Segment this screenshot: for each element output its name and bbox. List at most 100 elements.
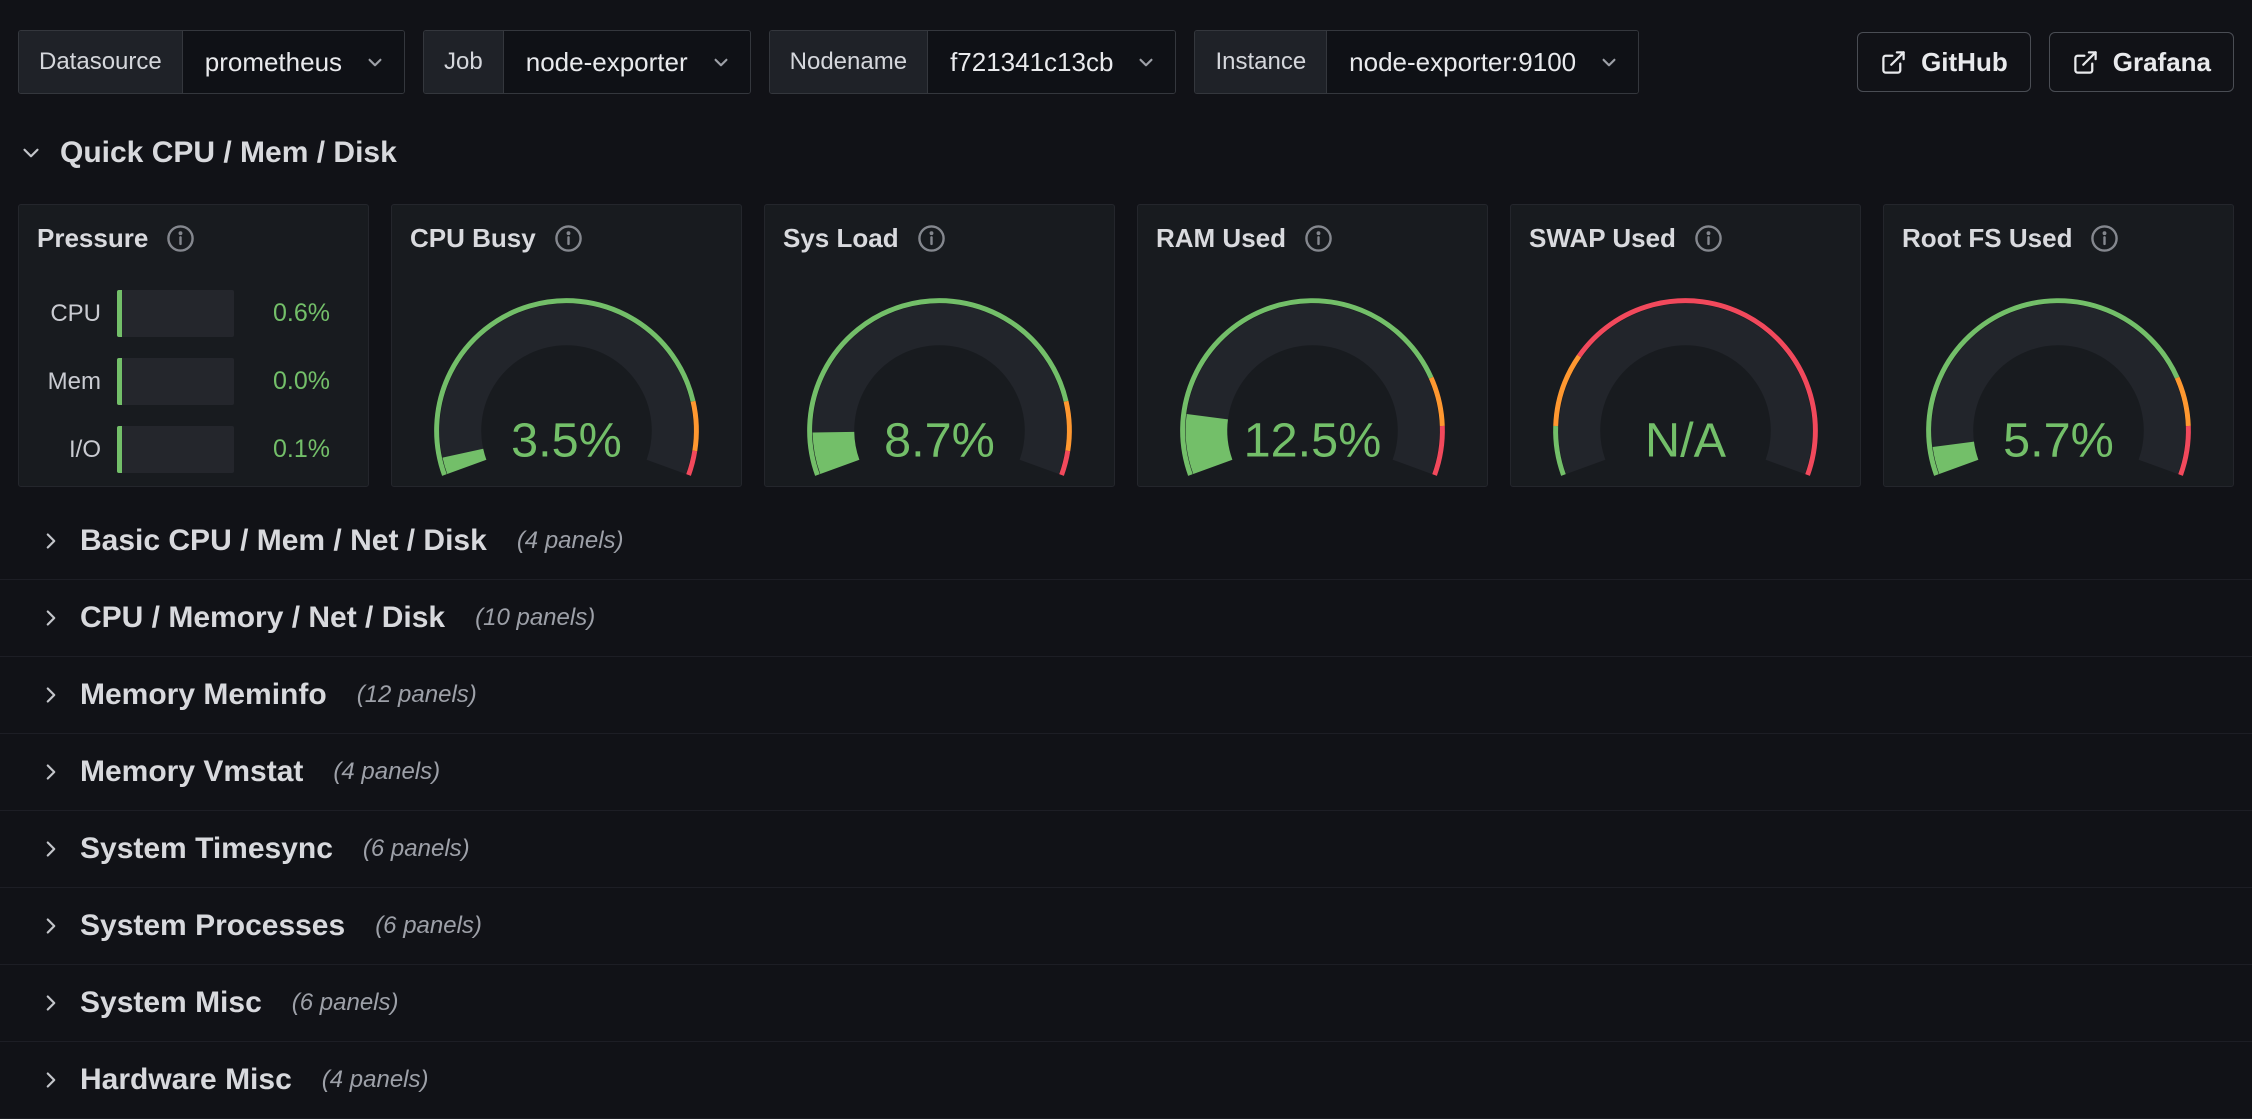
button-label: GitHub bbox=[1921, 47, 2008, 78]
panel-header: RAM Used bbox=[1138, 205, 1487, 263]
bar-value: 0.0% bbox=[250, 367, 330, 396]
row-panel-count: (4 panels) bbox=[322, 1066, 429, 1094]
gauge-chart: 3.5% bbox=[392, 263, 741, 487]
info-icon[interactable] bbox=[1304, 224, 1333, 253]
datasource-select[interactable]: prometheus bbox=[183, 31, 404, 93]
bar-track bbox=[117, 358, 234, 405]
variable-value: f721341c13cb bbox=[950, 47, 1113, 78]
row-quick-cpu-mem-disk[interactable]: Quick CPU / Mem / Disk bbox=[18, 132, 2252, 174]
gauge-chart: N/A bbox=[1511, 263, 1860, 487]
chevron-right-icon bbox=[38, 759, 64, 785]
row-cpu-memory-net-disk[interactable]: CPU / Memory / Net / Disk (10 panels) bbox=[0, 580, 2252, 657]
row-title: Basic CPU / Mem / Net / Disk bbox=[80, 524, 487, 558]
panel-row: Pressure CPU 0.6% Mem 0.0% I/O bbox=[18, 204, 2234, 487]
row-memory-vmstat[interactable]: Memory Vmstat (4 panels) bbox=[0, 734, 2252, 811]
chevron-down-icon bbox=[362, 49, 388, 75]
row-panel-count: (6 panels) bbox=[292, 989, 399, 1017]
grafana-dashboard: Datasource prometheus Job node-exporter … bbox=[0, 0, 2252, 1096]
variable-nodename: Nodename f721341c13cb bbox=[769, 30, 1177, 94]
gauge-value: 5.7% bbox=[2003, 413, 2114, 467]
dashboard-controls-bar: Datasource prometheus Job node-exporter … bbox=[0, 0, 2252, 94]
bar-gauge-row: CPU 0.6% bbox=[19, 290, 368, 337]
collapsed-rows: Basic CPU / Mem / Net / Disk (4 panels) … bbox=[0, 503, 2252, 1119]
chevron-right-icon bbox=[38, 913, 64, 939]
instance-select[interactable]: node-exporter:9100 bbox=[1327, 31, 1638, 93]
bar-label: Mem bbox=[35, 368, 101, 396]
panel-title[interactable]: Root FS Used bbox=[1902, 223, 2072, 254]
gauge-value: 3.5% bbox=[511, 413, 622, 467]
panel-title[interactable]: Pressure bbox=[37, 223, 148, 254]
chevron-right-icon bbox=[38, 836, 64, 862]
variable-label: Instance bbox=[1195, 31, 1327, 93]
chevron-down-icon bbox=[1133, 49, 1159, 75]
variable-value: node-exporter bbox=[526, 47, 688, 78]
chevron-down-icon bbox=[18, 140, 44, 166]
panel-header: Sys Load bbox=[765, 205, 1114, 263]
variable-value: prometheus bbox=[205, 47, 342, 78]
panel-header: CPU Busy bbox=[392, 205, 741, 263]
variable-datasource: Datasource prometheus bbox=[18, 30, 405, 94]
gauge-chart: 12.5% bbox=[1138, 263, 1487, 487]
gauge-value: N/A bbox=[1645, 413, 1727, 467]
gauge-panel-ram-used: RAM Used 12.5% bbox=[1137, 204, 1488, 487]
row-title: System Processes bbox=[80, 909, 345, 943]
row-basic-cpu-mem-net-disk[interactable]: Basic CPU / Mem / Net / Disk (4 panels) bbox=[0, 503, 2252, 580]
row-system-timesync[interactable]: System Timesync (6 panels) bbox=[0, 811, 2252, 888]
row-title: Hardware Misc bbox=[80, 1063, 292, 1097]
row-title: System Misc bbox=[80, 986, 262, 1020]
job-select[interactable]: node-exporter bbox=[504, 31, 750, 93]
panel-title[interactable]: SWAP Used bbox=[1529, 223, 1676, 254]
chevron-right-icon bbox=[38, 528, 64, 554]
row-hardware-misc[interactable]: Hardware Misc (4 panels) bbox=[0, 1042, 2252, 1119]
row-panel-count: (12 panels) bbox=[357, 681, 477, 709]
bar-fill bbox=[117, 358, 122, 405]
gauge-chart: 8.7% bbox=[765, 263, 1114, 487]
panel-title[interactable]: RAM Used bbox=[1156, 223, 1286, 254]
grafana-link-button[interactable]: Grafana bbox=[2049, 32, 2234, 92]
bar-gauge-row: Mem 0.0% bbox=[19, 358, 368, 405]
info-icon[interactable] bbox=[2090, 224, 2119, 253]
chevron-right-icon bbox=[38, 990, 64, 1016]
info-icon[interactable] bbox=[166, 224, 195, 253]
variable-label: Datasource bbox=[19, 31, 183, 93]
bar-label: I/O bbox=[35, 436, 101, 464]
bar-track bbox=[117, 426, 234, 473]
row-memory-meminfo[interactable]: Memory Meminfo (12 panels) bbox=[0, 657, 2252, 734]
row-system-processes[interactable]: System Processes (6 panels) bbox=[0, 888, 2252, 965]
row-title: Quick CPU / Mem / Disk bbox=[60, 136, 397, 170]
nodename-select[interactable]: f721341c13cb bbox=[928, 31, 1175, 93]
gauge-panel-cpu-busy: CPU Busy 3.5% bbox=[391, 204, 742, 487]
button-label: Grafana bbox=[2113, 47, 2211, 78]
external-link-icon bbox=[1880, 49, 1907, 76]
info-icon[interactable] bbox=[1694, 224, 1723, 253]
gauge-value: 8.7% bbox=[884, 413, 995, 467]
bar-value: 0.1% bbox=[250, 435, 330, 464]
panel-title[interactable]: CPU Busy bbox=[410, 223, 536, 254]
info-icon[interactable] bbox=[554, 224, 583, 253]
chevron-right-icon bbox=[38, 1067, 64, 1093]
bar-gauge-row: I/O 0.1% bbox=[19, 426, 368, 473]
panel-title[interactable]: Sys Load bbox=[783, 223, 899, 254]
row-system-misc[interactable]: System Misc (6 panels) bbox=[0, 965, 2252, 1042]
variable-label: Job bbox=[424, 31, 504, 93]
bar-fill bbox=[117, 426, 122, 473]
external-link-icon bbox=[2072, 49, 2099, 76]
gauge-chart: 5.7% bbox=[1884, 263, 2233, 487]
chevron-right-icon bbox=[38, 605, 64, 631]
variable-job: Job node-exporter bbox=[423, 30, 751, 94]
panel-header: Root FS Used bbox=[1884, 205, 2233, 263]
info-icon[interactable] bbox=[917, 224, 946, 253]
row-title: Memory Vmstat bbox=[80, 755, 303, 789]
pressure-panel: Pressure CPU 0.6% Mem 0.0% I/O bbox=[18, 204, 369, 487]
row-title: System Timesync bbox=[80, 832, 333, 866]
row-panel-count: (6 panels) bbox=[375, 912, 482, 940]
bar-gauge-list: CPU 0.6% Mem 0.0% I/O 0.1% bbox=[19, 290, 368, 473]
chevron-down-icon bbox=[708, 49, 734, 75]
row-panel-count: (4 panels) bbox=[333, 758, 440, 786]
variable-value: node-exporter:9100 bbox=[1349, 47, 1576, 78]
bar-track bbox=[117, 290, 234, 337]
row-panel-count: (10 panels) bbox=[475, 604, 595, 632]
gauge-panel-root-fs-used: Root FS Used 5.7% bbox=[1883, 204, 2234, 487]
chevron-down-icon bbox=[1596, 49, 1622, 75]
github-link-button[interactable]: GitHub bbox=[1857, 32, 2031, 92]
